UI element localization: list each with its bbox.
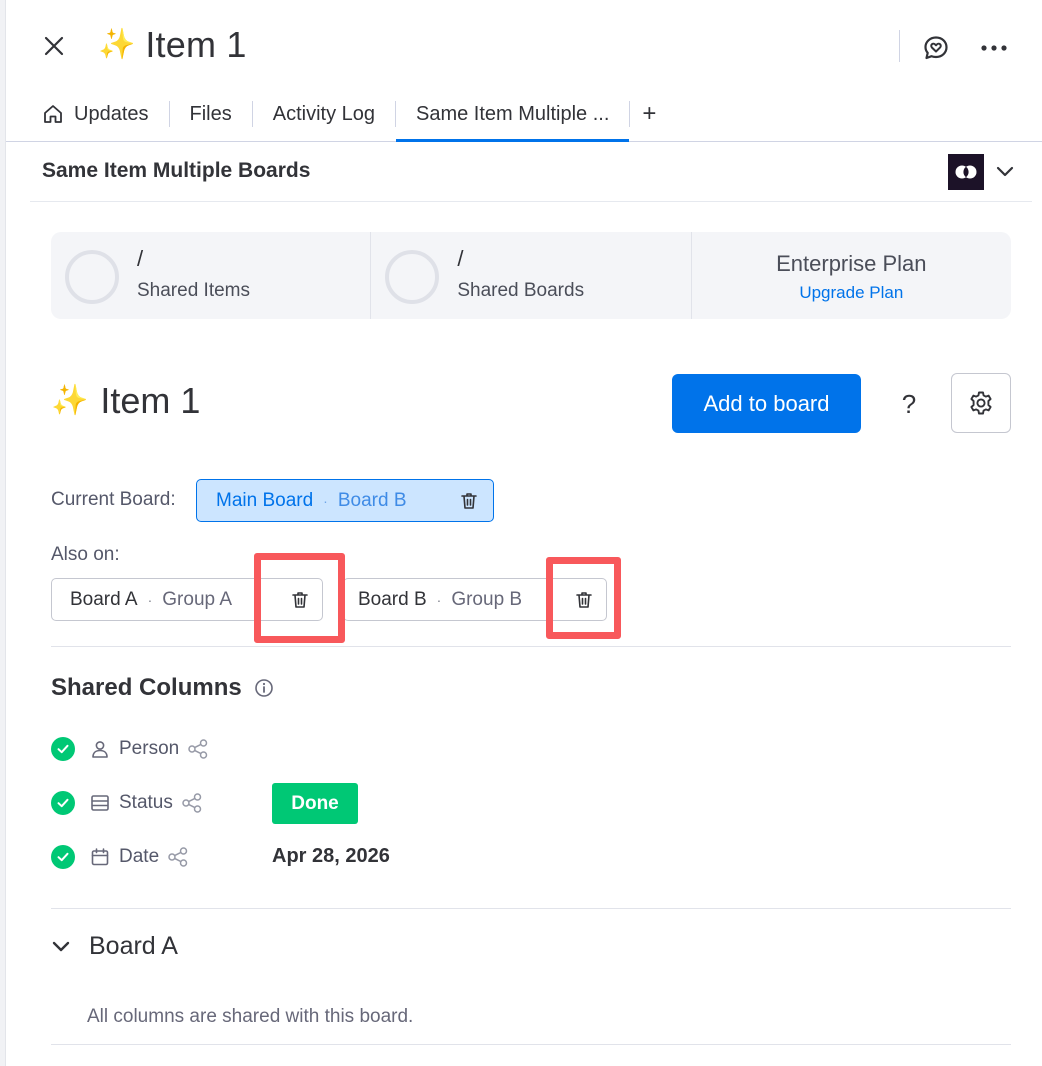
plus-icon: + [642, 100, 657, 127]
item-header: ✨ Item 1 Updates Files Activity Log Same… [6, 0, 1042, 142]
tab-activity-log[interactable]: Activity Log [253, 86, 395, 142]
status-value-pill[interactable]: Done [272, 783, 358, 824]
also-on-board-name: Board A [70, 588, 138, 610]
status-icon [89, 792, 111, 814]
tab-same-item-multiple-boards[interactable]: Same Item Multiple ... [396, 86, 630, 142]
app-logo[interactable] [948, 154, 984, 190]
section-divider [51, 1044, 1011, 1045]
calendar-icon [89, 846, 111, 868]
also-on-label: Also on: [51, 544, 120, 565]
current-board-name: Main Board [216, 489, 314, 511]
check-circle-icon [51, 791, 75, 815]
chip-separator: · [436, 591, 442, 608]
trash-icon [292, 592, 308, 608]
share-icon [167, 846, 189, 868]
tab-updates[interactable]: Updates [36, 86, 169, 142]
shared-boards-value: / [457, 246, 464, 271]
add-tab-button[interactable]: + [630, 86, 668, 142]
person-icon [89, 738, 111, 760]
question-mark-icon: ? [901, 388, 917, 419]
chevron-down-icon [996, 166, 1014, 177]
gear-icon [970, 391, 992, 415]
help-button[interactable]: ? [888, 384, 930, 424]
shared-columns-heading: Shared Columns [51, 674, 274, 702]
more-horizontal-icon [981, 45, 1007, 51]
info-icon[interactable] [254, 678, 274, 698]
board-a-section-toggle[interactable]: Board A [51, 932, 178, 961]
app-logo-icon [955, 165, 977, 179]
section-divider [51, 908, 1011, 909]
also-on-chip-board-a[interactable]: Board A · Group A [51, 578, 323, 621]
also-on-group-name: Group B [451, 588, 523, 610]
chat-heart-icon [924, 36, 948, 60]
remove-board-b-button[interactable] [572, 588, 596, 612]
trash-icon [461, 493, 477, 509]
header-divider [899, 30, 900, 62]
upgrade-plan-link[interactable]: Upgrade Plan [799, 283, 903, 303]
item-tabs: Updates Files Activity Log Same Item Mul… [36, 86, 668, 142]
add-to-board-button[interactable]: Add to board [672, 374, 861, 433]
tab-files[interactable]: Files [170, 86, 252, 142]
item-name: Item 1 [100, 380, 201, 421]
app-menu-toggle[interactable] [992, 159, 1018, 185]
close-icon [44, 36, 64, 56]
current-board-delete-button[interactable] [457, 489, 481, 513]
column-name: Person [119, 738, 180, 759]
shared-column-status: Status [51, 788, 203, 818]
close-button[interactable] [38, 28, 70, 64]
usage-stats: / Shared Items / Shared Boards Enterpris… [51, 232, 1011, 319]
current-board-chip[interactable]: Main Board · Board B [196, 479, 494, 522]
trash-icon [576, 592, 592, 608]
more-options-button[interactable] [976, 30, 1012, 66]
chevron-down-icon [52, 941, 70, 951]
share-icon [181, 792, 203, 814]
tab-files-label: Files [189, 102, 232, 125]
current-board-label: Current Board: [51, 489, 176, 510]
tab-same-item-label: Same Item Multiple ... [416, 102, 610, 125]
plan-name: Enterprise Plan [776, 250, 927, 276]
chat-button[interactable] [918, 30, 954, 66]
chip-separator: · [323, 492, 328, 509]
column-name: Date [119, 846, 160, 867]
share-icon [187, 738, 209, 760]
shared-column-date: Date [51, 842, 189, 872]
board-a-title: Board A [89, 932, 178, 960]
shared-items-value: / [137, 246, 144, 271]
check-circle-icon [51, 845, 75, 869]
stat-plan: Enterprise Plan Upgrade Plan [692, 232, 1011, 319]
tab-activity-log-label: Activity Log [272, 102, 375, 125]
also-on-board-name: Board B [358, 588, 427, 610]
chip-separator: · [147, 591, 153, 608]
sparkle-icon: ✨ [98, 27, 136, 62]
stat-shared-items: / Shared Items [51, 232, 372, 319]
app-title: Same Item Multiple Boards [42, 159, 311, 182]
panel-left-edge [0, 0, 6, 1066]
also-on-group-name: Group A [162, 588, 232, 610]
date-value: Apr 28, 2026 [272, 845, 390, 867]
check-circle-icon [51, 737, 75, 761]
shared-column-person: Person [51, 734, 209, 764]
remove-board-a-button[interactable] [288, 588, 312, 612]
shared-items-progress-ring [65, 250, 119, 304]
item-title[interactable]: Item 1 [145, 24, 246, 66]
home-icon [44, 105, 62, 123]
shared-boards-label: Shared Boards [457, 280, 585, 301]
tab-updates-label: Updates [74, 102, 149, 125]
shared-boards-progress-ring [385, 250, 440, 304]
current-board-group: Board B [337, 489, 407, 511]
shared-items-label: Shared Items [137, 280, 250, 301]
item-heading: ✨ Item 1 [51, 380, 200, 422]
item-title-row: ✨ Item 1 [98, 24, 247, 66]
section-divider [51, 646, 1011, 647]
stat-shared-boards: / Shared Boards [371, 232, 692, 319]
settings-button[interactable] [951, 373, 1011, 433]
sparkle-icon: ✨ [51, 383, 89, 418]
column-name: Status [119, 792, 173, 813]
app-bar: Same Item Multiple Boards [30, 143, 1032, 202]
also-on-chip-board-b[interactable]: Board B · Group B [343, 578, 607, 621]
shared-columns-title: Shared Columns [51, 674, 242, 701]
board-a-note: All columns are shared with this board. [87, 1006, 414, 1027]
